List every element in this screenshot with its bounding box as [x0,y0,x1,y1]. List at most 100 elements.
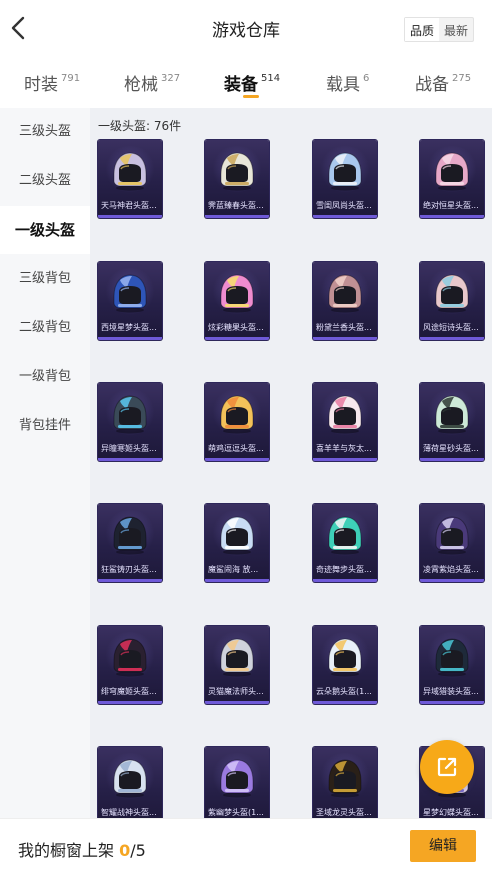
helmet-item-card[interactable]: 智耀战神头盔... [98,747,162,818]
helmet-item-card[interactable]: 异瞳寒姬头盔... [98,383,162,461]
rarity-bar [313,579,377,582]
category-tabs: 时装 791 枪械 327 装备 514 载具 6 战备 275 [0,58,492,108]
helmet-icon [323,755,367,799]
item-name: 粉黛兰香头盔... [316,323,372,332]
tab-count: 327 [161,73,181,85]
tab-count: 791 [61,73,81,85]
helmet-item-card[interactable]: 粉黛兰香头盔... [313,262,377,340]
helmet-item-card[interactable]: 灵猫魔法师头... [205,626,269,704]
sidebar-item-helmet-level1[interactable]: 一级头盔 [0,206,90,254]
helmet-item-card[interactable]: 天马神君头盔... [98,140,162,218]
rarity-bar [98,701,162,704]
helmet-icon [430,391,474,435]
tab-vehicles[interactable]: 载具 6 [326,70,369,95]
rarity-bar [205,579,269,582]
rarity-bar [205,701,269,704]
sidebar-item-backpack-level3[interactable]: 三级背包 [0,255,90,303]
helmet-icon [430,634,474,678]
item-name: 炫彩糖果头盔... [208,323,264,332]
sort-toggle: 品质 最新 [403,17,474,42]
helmet-icon [215,148,259,192]
tab-count: 275 [452,73,472,85]
helmet-icon [323,391,367,435]
item-name: 灵猫魔法师头... [208,687,264,696]
helmet-item-card[interactable]: 雪闺凤尚头盔... [313,140,377,218]
active-tab-indicator [243,95,259,98]
header: 游戏仓库 品质 最新 [0,0,492,58]
helmet-icon [215,391,259,435]
showcase-current-count: 0 [119,841,131,860]
helmet-item-card[interactable]: 炫彩糖果头盔... [205,262,269,340]
helmet-item-card[interactable]: 霁蓝臻春头盔... [205,140,269,218]
helmet-item-card[interactable]: 紫幽梦头盔(1... [205,747,269,818]
edit-button[interactable]: 编辑 [410,830,476,862]
helmet-icon [108,755,152,799]
sort-option-latest[interactable]: 最新 [439,18,473,41]
helmet-item-card[interactable]: 绯穹魔姬头盔... [98,626,162,704]
helmet-item-card[interactable]: 西境星梦头盔... [98,262,162,340]
helmet-icon [430,512,474,556]
rarity-bar [205,337,269,340]
item-name: 狂鲨铸刃头盔... [101,565,157,574]
item-name: 异域猎装头盔... [423,687,479,696]
helmet-icon [108,391,152,435]
helmet-icon [323,512,367,556]
sidebar: 三级头盔 二级头盔 一级头盔 三级背包 二级背包 一级背包 背包挂件 [0,108,90,818]
item-name: 天马神君头盔... [101,201,157,210]
item-name: 星梦幻蝶头盔... [423,808,479,817]
helmet-icon [215,512,259,556]
helmet-icon [323,634,367,678]
rarity-bar [313,215,377,218]
helmet-icon [108,634,152,678]
tab-label: 时装 [24,75,58,95]
helmet-item-card[interactable]: 风途短诗头盔... [420,262,484,340]
rarity-bar [313,458,377,461]
tab-fashion[interactable]: 时装 791 [24,70,80,95]
item-name: 雪闺凤尚头盔... [316,201,372,210]
tab-equipment[interactable]: 装备 514 [224,70,280,95]
helmet-item-card[interactable]: 凌霄紫焰头盔... [420,504,484,582]
helmet-item-card[interactable]: 薄荷星砂头盔... [420,383,484,461]
item-name: 云朵鹅头盔(1... [316,687,372,696]
item-grid-panel: 一级头盔: 76件 天马神君头盔... 霁蓝臻春头盔... 雪闺凤尚头盔... 绝对恒… [90,108,492,818]
helmet-item-card[interactable]: 魔鲨闹海 放... [205,504,269,582]
helmet-item-card[interactable]: 狂鲨铸刃头盔... [98,504,162,582]
helmet-item-card[interactable]: 云朵鹅头盔(1... [313,626,377,704]
helmet-icon [108,148,152,192]
item-name: 绯穹魔姬头盔... [101,687,157,696]
item-name: 风途短诗头盔... [423,323,479,332]
share-button[interactable] [420,740,474,794]
rarity-bar [98,337,162,340]
item-name: 绝对恒星头盔... [423,201,479,210]
rarity-bar [313,701,377,704]
sort-option-quality[interactable]: 品质 [404,18,439,41]
rarity-bar [98,215,162,218]
rarity-bar [98,579,162,582]
helmet-item-card[interactable]: 喜羊羊与灰太... [313,383,377,461]
tab-count: 514 [261,73,281,85]
sidebar-item-backpack-level2[interactable]: 二级背包 [0,304,90,352]
item-name: 圣域龙灵头盔... [316,808,372,817]
section-title: 一级头盔: 76件 [98,119,182,133]
tab-weapons[interactable]: 枪械 327 [124,70,180,95]
rarity-bar [420,579,484,582]
item-name: 紫幽梦头盔(1... [208,808,264,817]
sidebar-item-backpack-charm[interactable]: 背包挂件 [0,402,90,450]
sidebar-item-helmet-level2[interactable]: 二级头盔 [0,157,90,205]
helmet-item-card[interactable]: 异域猎装头盔... [420,626,484,704]
tab-supplies[interactable]: 战备 275 [415,70,471,95]
rarity-bar [205,215,269,218]
tab-label: 战备 [415,75,449,95]
item-name: 薄荷星砂头盔... [423,444,479,453]
item-name: 喜羊羊与灰太... [316,444,372,453]
sidebar-item-helmet-level3[interactable]: 三级头盔 [0,108,90,156]
share-external-icon [437,757,457,777]
helmet-item-card[interactable]: 萌鸡逗逗头盔... [205,383,269,461]
sidebar-item-backpack-level1[interactable]: 一级背包 [0,353,90,401]
helmet-item-card[interactable]: 绝对恒星头盔... [420,140,484,218]
item-name: 魔鲨闹海 放... [208,565,259,574]
item-name: 霁蓝臻春头盔... [208,201,264,210]
helmet-icon [108,270,152,314]
helmet-item-card[interactable]: 奇迹舞步头盔... [313,504,377,582]
helmet-item-card[interactable]: 圣域龙灵头盔... [313,747,377,818]
